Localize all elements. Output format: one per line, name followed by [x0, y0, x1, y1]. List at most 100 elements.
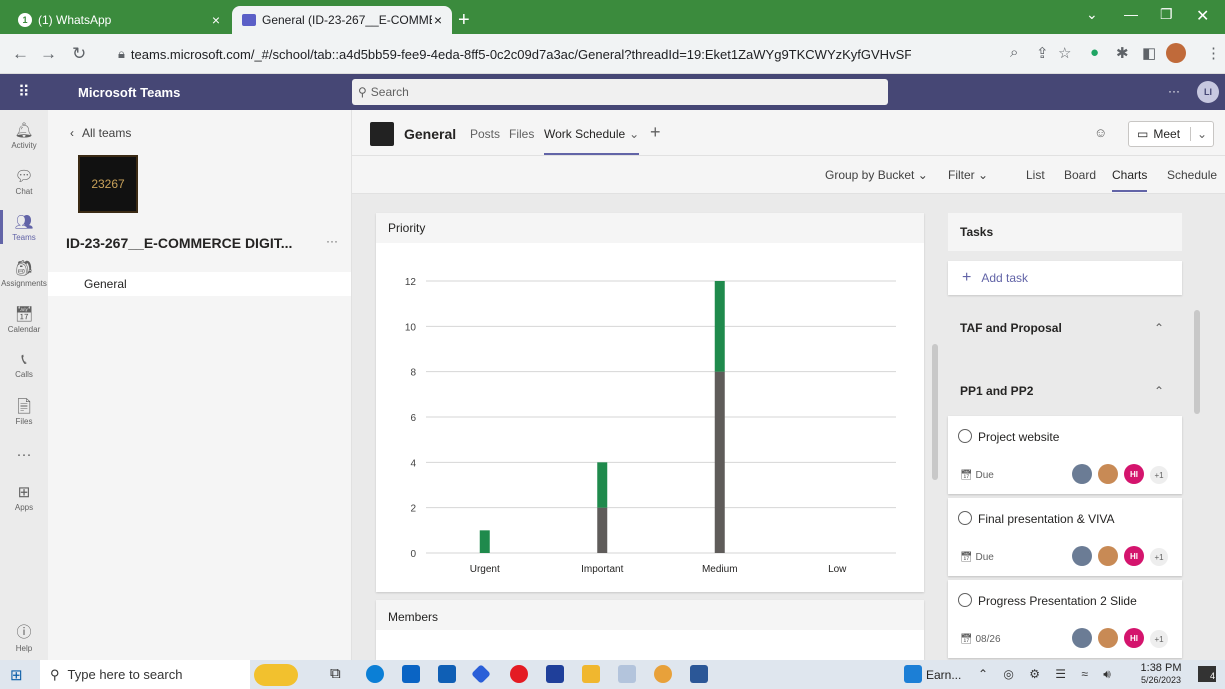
add-task-button[interactable]: + Add task — [948, 261, 1182, 295]
bucket-pp1-and-pp2[interactable]: PP1 and PP2 ⌃ — [948, 373, 1182, 409]
chrome-icon[interactable] — [654, 665, 672, 683]
store-icon[interactable] — [402, 665, 420, 683]
close-icon[interactable]: × — [434, 12, 442, 28]
file-explorer-icon[interactable] — [582, 665, 600, 683]
complete-task-radio[interactable] — [958, 511, 972, 525]
channel-title: General — [404, 126, 457, 142]
close-icon[interactable]: × — [212, 12, 220, 28]
filter-dropdown[interactable]: Filter ⌄ — [948, 168, 988, 182]
share-icon[interactable]: ⇪ — [1036, 44, 1049, 62]
add-tab-icon[interactable]: + — [650, 122, 661, 143]
notification-icon[interactable]: 4 — [1198, 666, 1216, 682]
rail-item-assignments[interactable]: 🎒︎ Assignments — [0, 250, 48, 296]
view-list[interactable]: List — [1026, 168, 1045, 182]
rail-item-teams[interactable]: 👥︎ Teams — [0, 204, 48, 250]
browser-toolbar: ← → ↻ 🔒︎ teams.microsoft.com/_#/school/t… — [0, 34, 1225, 74]
complete-task-radio[interactable] — [958, 593, 972, 607]
complete-task-radio[interactable] — [958, 429, 972, 443]
team-name: ID-23-267__E-COMMERCE DIGIT... — [66, 235, 293, 251]
system-tray-icons[interactable]: ⌃ ◎ ⚙ ☰ ≈ 🔊︎ — [978, 667, 1117, 682]
zoom-icon[interactable]: ⌕ — [1010, 44, 1018, 61]
kebab-menu-icon[interactable]: ⋮ — [1206, 44, 1221, 62]
tab-files[interactable]: Files — [509, 127, 534, 141]
star-icon[interactable]: ☆ — [1058, 44, 1071, 62]
new-tab-icon[interactable]: + — [458, 9, 470, 32]
teams-logo-icon — [242, 14, 256, 26]
video-icon: ▭ — [1137, 127, 1149, 141]
task-card[interactable]: Progress Presentation 2 Slide 📅︎ 08/26 H… — [948, 580, 1182, 658]
more-assignees-badge: +1 — [1150, 630, 1168, 648]
more-options-icon[interactable]: ··· — [1168, 84, 1180, 98]
forward-arrow-icon[interactable]: → — [40, 44, 57, 64]
rail-item-apps[interactable]: ⊞ Apps — [0, 474, 48, 520]
view-charts[interactable]: Charts — [1112, 168, 1148, 192]
bucket-taf-and-proposal[interactable]: TAF and Proposal ⌃ — [948, 310, 1182, 346]
reload-icon[interactable]: ↻ — [72, 44, 86, 64]
browser-tab-whatsapp[interactable]: 1 (1) WhatsApp × — [8, 6, 230, 34]
app-launcher-icon[interactable]: ⠿ — [18, 82, 30, 102]
all-teams-link[interactable]: ‹ All teams — [70, 126, 131, 140]
avatar — [1072, 628, 1092, 648]
y-tick-label: 10 — [405, 322, 417, 333]
profile-avatar[interactable] — [1166, 43, 1186, 63]
task-card[interactable]: Final presentation & VIVA 📅︎ Due HI +1 — [948, 498, 1182, 576]
sidepanel-icon[interactable]: ◧ — [1142, 44, 1156, 62]
more-apps-icon[interactable]: ··· — [0, 432, 48, 478]
running-app-label[interactable]: Earn... — [926, 668, 961, 682]
restore-icon[interactable]: ❐ — [1160, 6, 1173, 23]
planner-toolbar: Group by Bucket ⌄ Filter ⌄ List Board Ch… — [352, 156, 1225, 194]
opera-icon[interactable] — [510, 665, 528, 683]
puzzle-icon[interactable]: ✱ — [1116, 44, 1129, 62]
conversation-icon[interactable]: ☺ — [1094, 125, 1107, 140]
app-icon[interactable] — [618, 665, 636, 683]
avatar[interactable]: LI — [1197, 81, 1219, 103]
rail-item-activity[interactable]: 🔔︎ Activity — [0, 112, 48, 158]
task-view-icon[interactable]: ⧉ — [330, 665, 341, 682]
calendar-icon: 📅︎ — [960, 552, 976, 563]
search-input[interactable]: ⚲ Search — [352, 79, 888, 105]
search-icon: ⚲ — [50, 666, 60, 682]
avatar: HI — [1124, 628, 1144, 648]
extension-icon[interactable]: ● — [1090, 44, 1099, 61]
weather-widget-icon[interactable] — [254, 664, 298, 686]
back-arrow-icon[interactable]: ← — [12, 44, 29, 64]
view-schedule[interactable]: Schedule — [1167, 168, 1217, 182]
content-scrollbar[interactable] — [932, 344, 938, 480]
task-card[interactable]: Project website 📅︎ Due HI +1 — [948, 416, 1182, 494]
tab-work-schedule[interactable]: Work Schedule ⌄ — [544, 127, 640, 155]
more-assignees-badge: +1 — [1150, 548, 1168, 566]
word-icon[interactable] — [690, 665, 708, 683]
taskbar-search-input[interactable]: ⚲ Type here to search — [40, 660, 250, 689]
mail-icon[interactable] — [438, 665, 456, 683]
task-title: Final presentation & VIVA — [978, 512, 1115, 526]
rail-item-files[interactable]: 📄︎ Files — [0, 388, 48, 434]
rail-item-calls[interactable]: 📞︎ Calls — [0, 342, 48, 388]
rail-item-calendar[interactable]: 📅︎ Calendar — [0, 296, 48, 342]
tasks-scrollbar[interactable] — [1194, 310, 1200, 414]
browser-tab-teams[interactable]: General (ID-23-267__E-COMMER × — [232, 6, 452, 34]
running-app-icon[interactable] — [904, 665, 922, 683]
rail-item-chat[interactable]: 💬︎ Chat — [0, 158, 48, 204]
whatsapp-icon: 1 — [18, 13, 32, 27]
meet-button[interactable]: ▭ Meet ⌄ — [1128, 121, 1214, 147]
tab-posts[interactable]: Posts — [470, 127, 500, 141]
minimize-icon[interactable]: — — [1124, 6, 1138, 22]
address-bar[interactable]: 🔒︎ teams.microsoft.com/_#/school/tab::a4… — [110, 40, 1060, 68]
task-title: Progress Presentation 2 Slide — [978, 594, 1137, 608]
windows-start-icon[interactable]: ⊞ — [10, 666, 23, 684]
chart-title: Priority — [376, 213, 924, 243]
priority-chart: 0 2 4 6 8 10 12 Urgent Important Medium Low — [405, 277, 896, 575]
group-by-dropdown[interactable]: Group by Bucket ⌄ — [825, 168, 928, 182]
window-close-icon[interactable]: ✕ — [1196, 6, 1209, 26]
app-icon[interactable] — [471, 664, 491, 684]
edge-icon[interactable] — [366, 665, 384, 683]
chevron-down-icon[interactable]: ⌄ — [1086, 6, 1098, 23]
app-icon[interactable] — [546, 665, 564, 683]
view-board[interactable]: Board — [1064, 168, 1096, 182]
windows-taskbar: ⊞ ⚲ Type here to search ⧉ Earn... ⌃ ◎ ⚙ … — [0, 660, 1225, 689]
clock[interactable]: 1:38 PM 5/26/2023 — [1136, 662, 1186, 686]
rail-item-help[interactable]: ⓘ Help — [0, 614, 48, 660]
team-more-icon[interactable]: ··· — [326, 234, 338, 248]
bar-segment — [597, 462, 608, 508]
channel-item-general[interactable]: General — [48, 272, 351, 296]
